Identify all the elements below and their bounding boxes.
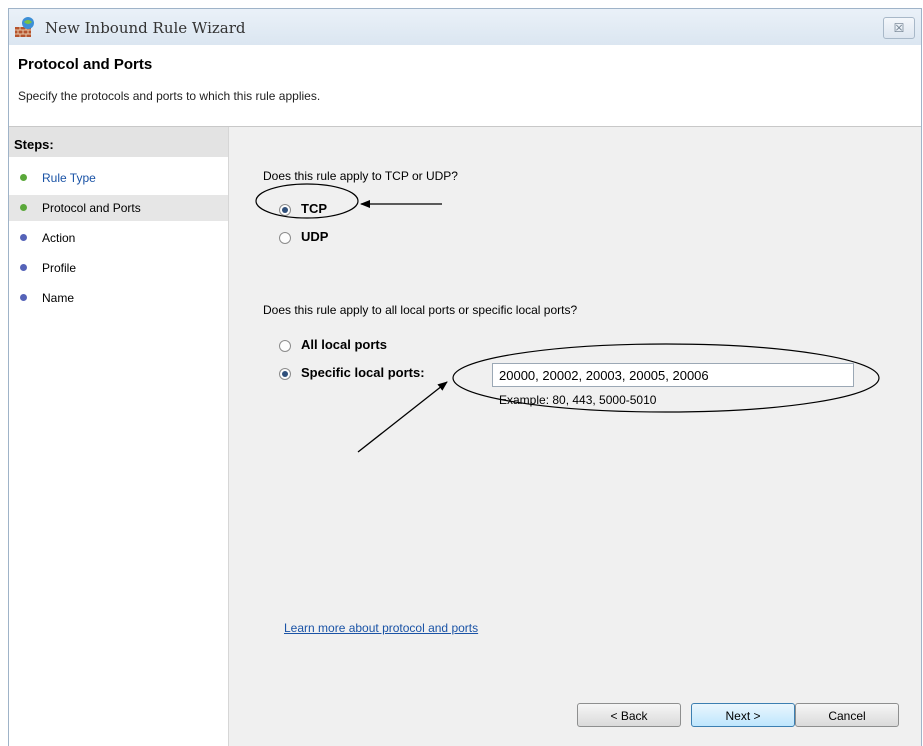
- specific-ports-radio[interactable]: [279, 368, 291, 380]
- ports-example: Example: 80, 443, 5000-5010: [499, 393, 657, 407]
- step-name: Name: [9, 285, 228, 311]
- step-bullet-icon: [20, 294, 27, 301]
- step-label: Name: [42, 291, 75, 305]
- udp-radio[interactable]: [279, 232, 291, 244]
- all-ports-label: All local ports: [301, 337, 387, 352]
- page-header: Protocol and Ports Specify the protocols…: [9, 45, 921, 127]
- udp-label: UDP: [301, 229, 329, 244]
- title-bar: New Inbound Rule Wizard ☒: [9, 9, 921, 45]
- window-title: New Inbound Rule Wizard: [45, 19, 246, 37]
- wizard-window: New Inbound Rule Wizard ☒ Protocol and P…: [8, 8, 922, 746]
- back-button[interactable]: < Back: [577, 703, 681, 727]
- specific-ports-label: Specific local ports:: [301, 365, 425, 380]
- step-bullet-icon: [20, 234, 27, 241]
- step-action: Action: [9, 225, 228, 251]
- page-subtitle: Specify the protocols and ports to which…: [18, 89, 321, 103]
- next-button[interactable]: Next >: [691, 703, 795, 727]
- close-button[interactable]: ☒: [883, 17, 915, 39]
- all-ports-radio[interactable]: [279, 340, 291, 352]
- page-title: Protocol and Ports: [18, 56, 153, 73]
- step-label: Rule Type: [42, 171, 96, 185]
- local-ports-input[interactable]: 20000, 20002, 20003, 20005, 20006: [492, 363, 854, 387]
- step-bullet-icon: [20, 264, 27, 271]
- step-protocol-and-ports[interactable]: Protocol and Ports: [9, 195, 228, 221]
- tcp-label: TCP: [301, 201, 327, 216]
- close-icon: ☒: [893, 21, 905, 35]
- step-bullet-icon: [20, 204, 27, 211]
- main-content: Does this rule apply to TCP or UDP? TCP …: [229, 127, 921, 746]
- steps-title: Steps:: [14, 137, 54, 152]
- steps-panel: Steps: Rule Type Protocol and Ports Acti…: [9, 127, 229, 746]
- cancel-button[interactable]: Cancel: [795, 703, 899, 727]
- protocol-question: Does this rule apply to TCP or UDP?: [263, 169, 458, 183]
- step-label: Profile: [42, 261, 77, 275]
- step-bullet-icon: [20, 174, 27, 181]
- step-label: Action: [42, 231, 76, 245]
- step-rule-type[interactable]: Rule Type: [9, 165, 228, 191]
- step-profile: Profile: [9, 255, 228, 281]
- ports-question: Does this rule apply to all local ports …: [263, 303, 578, 317]
- tcp-radio[interactable]: [279, 204, 291, 216]
- step-label: Protocol and Ports: [42, 201, 141, 215]
- firewall-icon: [15, 17, 34, 37]
- learn-more-link[interactable]: Learn more about protocol and ports: [284, 621, 478, 635]
